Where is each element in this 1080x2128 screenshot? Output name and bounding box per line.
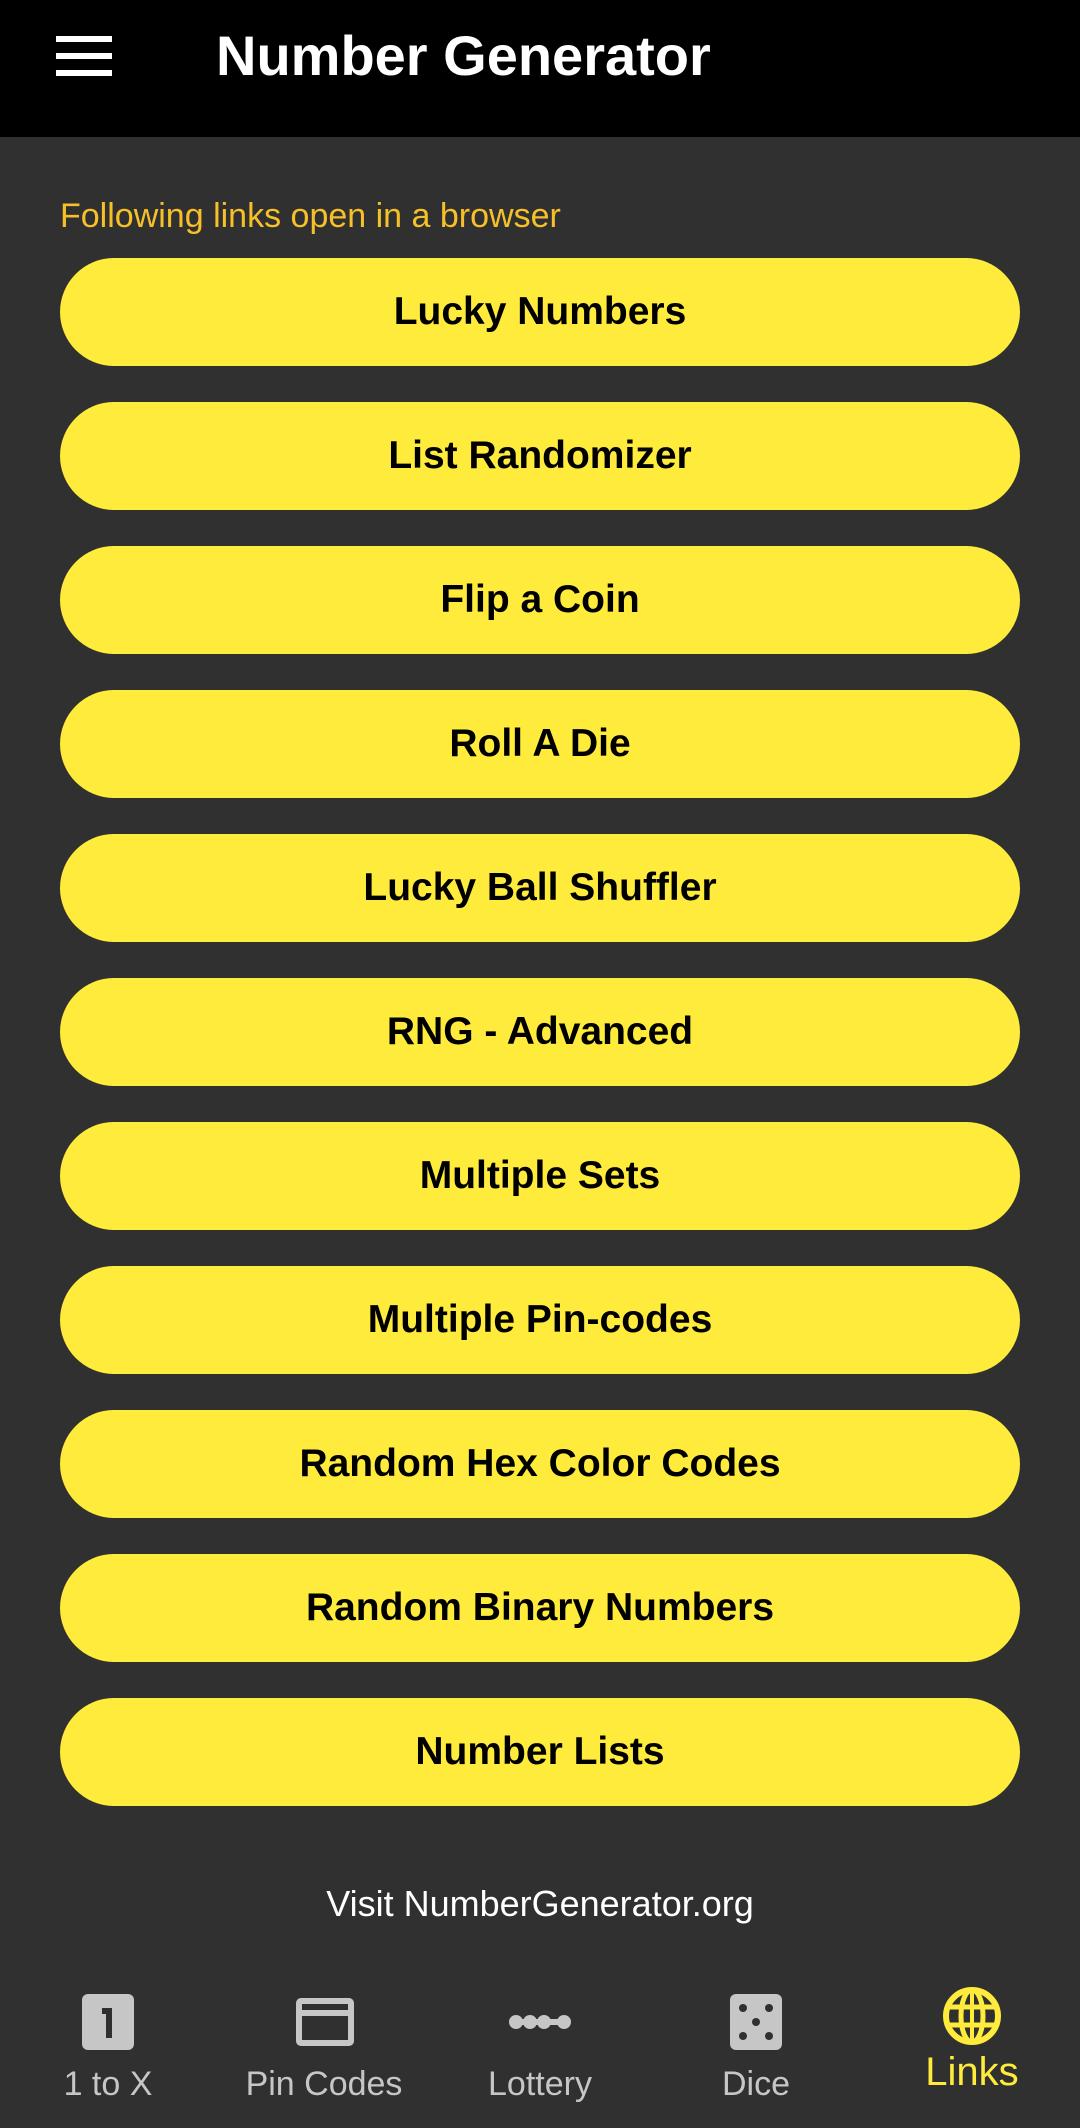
hamburger-menu-icon[interactable]	[56, 36, 112, 76]
links-list: Lucky Numbers List Randomizer Flip a Coi…	[60, 258, 1020, 1842]
globe-icon	[943, 1987, 1001, 2045]
nav-tab-lottery[interactable]: Lottery	[432, 1970, 648, 2128]
link-button-rng-advanced[interactable]: RNG - Advanced	[60, 978, 1020, 1086]
dice-icon	[730, 1994, 782, 2050]
app-title: Number Generator	[216, 24, 711, 87]
nav-label: Dice	[721, 2065, 791, 2103]
visit-website-link[interactable]: Visit NumberGenerator.org	[0, 1882, 1080, 1926]
nav-label: 1 to X	[63, 2065, 153, 2103]
link-button-number-lists[interactable]: Number Lists	[60, 1698, 1020, 1806]
nav-tab-dice[interactable]: Dice	[648, 1970, 864, 2128]
nav-tab-1-to-x[interactable]: 1 to X	[0, 1970, 216, 2128]
bottom-navigation: 1 to X Pin Codes Lottery Dice Links	[0, 1970, 1080, 2128]
menu-line	[56, 36, 112, 42]
link-button-random-hex-color-codes[interactable]: Random Hex Color Codes	[60, 1410, 1020, 1518]
links-subtitle: Following links open in a browser	[60, 197, 561, 235]
link-button-lucky-ball-shuffler[interactable]: Lucky Ball Shuffler	[60, 834, 1020, 942]
menu-line	[56, 53, 112, 59]
nav-label: Pin Codes	[245, 2065, 403, 2103]
lottery-balls-icon	[509, 2015, 571, 2029]
link-button-multiple-pin-codes[interactable]: Multiple Pin-codes	[60, 1266, 1020, 1374]
nav-label: Links	[925, 2050, 1019, 2094]
number-one-icon	[82, 1994, 134, 2050]
nav-tab-links[interactable]: Links	[864, 1970, 1080, 2128]
nav-tab-pin-codes[interactable]: Pin Codes	[216, 1970, 432, 2128]
link-button-lucky-numbers[interactable]: Lucky Numbers	[60, 258, 1020, 366]
link-button-flip-a-coin[interactable]: Flip a Coin	[60, 546, 1020, 654]
app-bar: Number Generator	[0, 0, 1080, 137]
card-icon	[296, 1998, 354, 2046]
link-button-random-binary-numbers[interactable]: Random Binary Numbers	[60, 1554, 1020, 1662]
menu-line	[56, 70, 112, 76]
link-button-roll-a-die[interactable]: Roll A Die	[60, 690, 1020, 798]
link-button-list-randomizer[interactable]: List Randomizer	[60, 402, 1020, 510]
nav-label: Lottery	[488, 2065, 592, 2103]
link-button-multiple-sets[interactable]: Multiple Sets	[60, 1122, 1020, 1230]
